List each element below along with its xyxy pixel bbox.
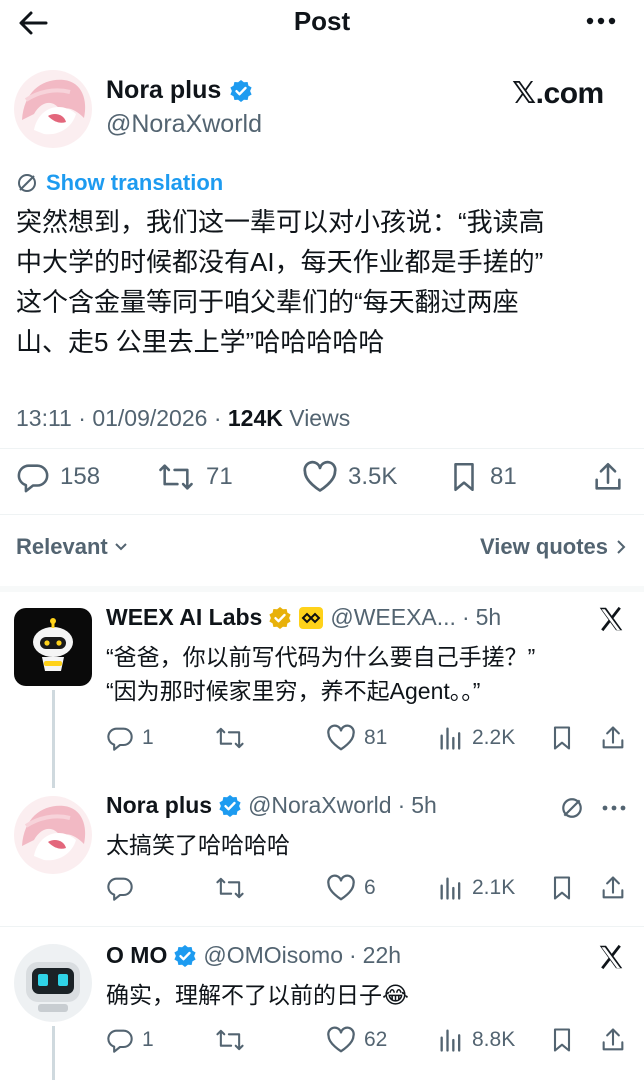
translate-icon (16, 172, 38, 194)
analytics-icon (438, 724, 464, 752)
affiliate-badge-icon (298, 606, 324, 630)
post-meta: 13:11 · 01/09/2026 · 124K Views (16, 405, 351, 431)
more-options-icon[interactable] (602, 804, 626, 812)
chevron-down-icon (114, 542, 128, 552)
avatar[interactable] (14, 796, 92, 874)
reply-icon (16, 460, 50, 494)
reply-button[interactable]: 1 (106, 1026, 154, 1054)
repost-button[interactable] (214, 724, 254, 752)
repost-icon (156, 460, 196, 494)
heart-icon (326, 1026, 356, 1054)
bookmark-icon[interactable] (550, 1026, 574, 1054)
sort-relevant-dropdown[interactable]: Relevant (16, 534, 128, 560)
reply-button[interactable]: 1 (106, 724, 154, 752)
section-divider (0, 586, 644, 592)
post-time: 13:11 (16, 405, 72, 431)
reply-time: 22h (362, 942, 402, 968)
reply-icon (106, 1026, 134, 1054)
page-title: Post (293, 6, 351, 36)
divider (0, 514, 644, 515)
analytics-icon (438, 874, 464, 902)
heart-icon (326, 724, 356, 752)
views-button[interactable]: 8.8K (438, 1026, 515, 1054)
analytics-icon (438, 1026, 464, 1054)
view-quotes-link[interactable]: View quotes (480, 534, 626, 560)
views-label: Views (289, 405, 351, 431)
reply-time: 5h (411, 792, 437, 818)
share-icon[interactable] (600, 1026, 626, 1054)
show-translation-link[interactable]: Show translation (16, 170, 223, 196)
bookmark-button[interactable]: 81 (448, 460, 517, 494)
x-logo-icon (596, 604, 626, 634)
reply-icon (106, 874, 134, 902)
avatar[interactable] (14, 944, 92, 1022)
reply-handle[interactable]: @WEEXA... (330, 604, 456, 631)
reply-header: O MO @OMOisomo · 22h (106, 942, 402, 969)
x-logo-icon (596, 942, 626, 972)
reply-button[interactable]: 158 (16, 460, 100, 494)
repost-icon (214, 724, 246, 752)
repost-icon (214, 874, 246, 902)
bookmark-icon[interactable] (550, 724, 574, 752)
repost-button[interactable] (214, 1026, 254, 1054)
repost-button[interactable] (214, 874, 254, 902)
post-text-line: 山、走5 公里去上学”哈哈哈哈哈 (16, 327, 385, 357)
divider (0, 448, 644, 449)
like-button[interactable]: 81 (326, 724, 387, 752)
reply-text: “爸爸，你以前写代码为什么要自己手搓？” “因为那时候家里穷，养不起Agent。… (106, 644, 536, 704)
verified-badge-icon (173, 944, 197, 968)
post-text-line: 中大学的时候都没有AI，每天作业都是手搓的” (16, 247, 544, 277)
repost-icon (214, 1026, 246, 1054)
reply-text: 太搞笑了哈哈哈哈 (106, 832, 290, 858)
reply-author-name[interactable]: WEEX AI Labs (106, 604, 262, 631)
repost-button[interactable]: 71 (156, 460, 233, 494)
views-button[interactable]: 2.2K (438, 724, 515, 752)
reply-time: 5h (475, 604, 502, 630)
bookmark-icon (448, 460, 480, 494)
x-com-watermark: 𝕏.com (512, 77, 604, 110)
reply-author-name[interactable]: O MO (106, 942, 167, 969)
avatar[interactable] (14, 70, 92, 148)
share-icon[interactable] (600, 724, 626, 752)
share-icon[interactable] (592, 460, 624, 494)
gold-verified-badge-icon (268, 606, 292, 630)
post-text: 突然想到，我们这一辈可以对小孩说：“我读高 中大学的时候都没有AI，每天作业都是… (16, 202, 636, 362)
reply-header: Nora plus @NoraXworld · 5h (106, 792, 437, 819)
post-text-line: 这个含金量等同于咱父辈们的“每天翻过两座 (16, 287, 519, 317)
views-count[interactable]: 124K (228, 405, 283, 431)
like-button[interactable]: 3.5K (302, 460, 397, 494)
heart-icon (326, 874, 356, 902)
verified-badge-icon (229, 79, 253, 103)
translate-icon[interactable] (560, 796, 584, 820)
chevron-right-icon (616, 539, 626, 555)
author-name[interactable]: Nora plus (106, 76, 253, 105)
verified-badge-icon (218, 794, 242, 818)
share-icon[interactable] (600, 874, 626, 902)
reply-author-name[interactable]: Nora plus (106, 792, 212, 819)
like-button[interactable]: 62 (326, 1026, 387, 1054)
reply-header: WEEX AI Labs @WEEXA... · 5h (106, 604, 502, 631)
views-button[interactable]: 2.1K (438, 874, 515, 902)
post-date: 01/09/2026 (92, 405, 208, 431)
author-handle[interactable]: @NoraXworld (106, 110, 262, 139)
heart-icon (302, 460, 338, 494)
more-options-icon[interactable] (586, 14, 616, 28)
reply-button[interactable] (106, 874, 142, 902)
reply-icon (106, 724, 134, 752)
thread-line (52, 690, 55, 788)
post-text-line: 突然想到，我们这一辈可以对小孩说：“我读高 (16, 207, 545, 237)
reply-handle[interactable]: @NoraXworld (248, 792, 392, 819)
avatar[interactable] (14, 608, 92, 686)
thread-line (52, 1026, 55, 1080)
divider (0, 926, 644, 927)
bookmark-icon[interactable] (550, 874, 574, 902)
reply-handle[interactable]: @OMOisomo (203, 942, 343, 969)
reply-text: 确实，理解不了以前的日子😂 (106, 982, 409, 1008)
like-button[interactable]: 6 (326, 874, 376, 902)
